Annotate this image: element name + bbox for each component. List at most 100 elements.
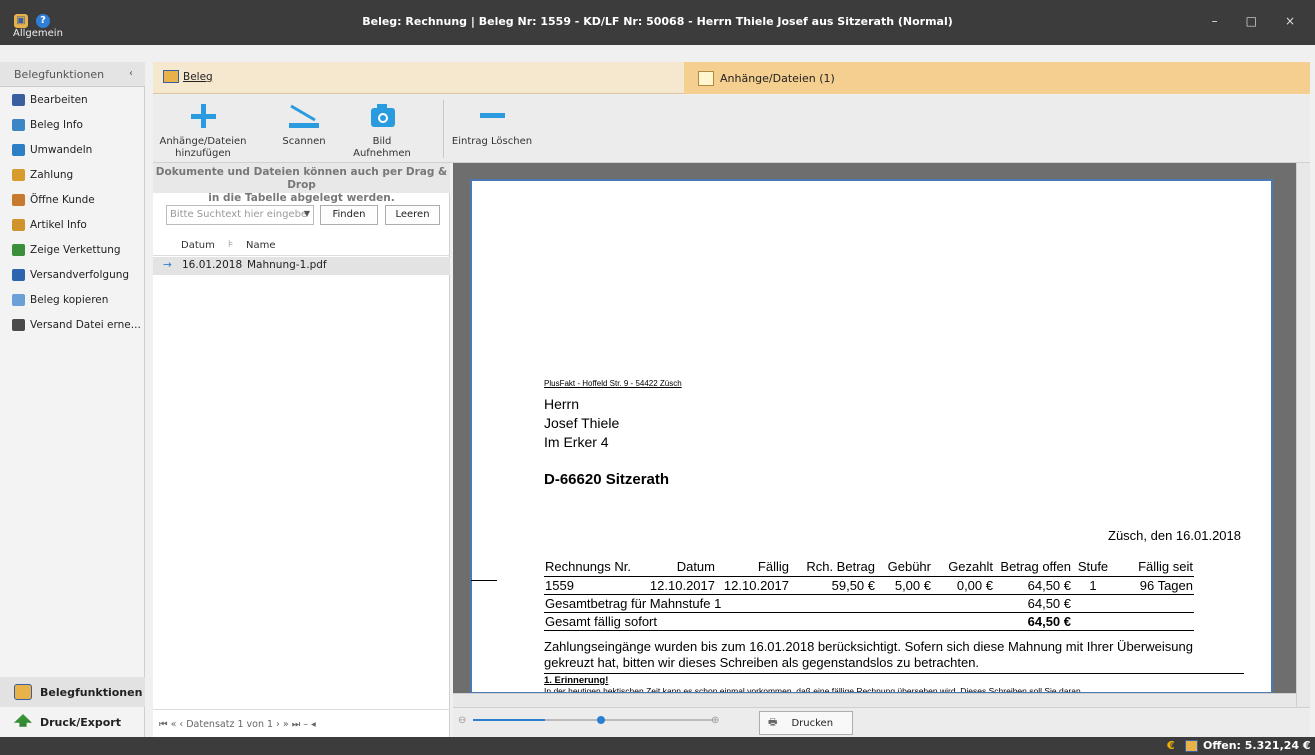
take-photo-button[interactable]: Bild Aufnehmen bbox=[343, 95, 421, 163]
offen-icon bbox=[1185, 740, 1198, 752]
sidebar-item-label: Öffne Kunde bbox=[30, 194, 95, 206]
table-cell: 96 Tagen bbox=[1139, 577, 1193, 593]
camera-icon bbox=[371, 104, 395, 127]
offen-amount: Offen: 5.321,24 € bbox=[1203, 739, 1311, 752]
scanner-icon bbox=[289, 104, 319, 128]
sidebar-item-label: Beleg Info bbox=[30, 119, 83, 131]
sidebar-item-artikel-info[interactable]: Artikel Info bbox=[12, 215, 142, 235]
payment-icon bbox=[12, 169, 25, 181]
table-header-cell: Rch. Betrag bbox=[806, 559, 875, 575]
belegfunktionen-icon bbox=[14, 684, 32, 700]
printer-icon: 🖶 bbox=[768, 716, 778, 728]
record-navigator[interactable]: ⏮ « ‹ Datensatz 1 von 1 › » ⏭ – ◂ bbox=[153, 709, 450, 737]
nav-druck-export[interactable]: Druck/Export bbox=[0, 707, 145, 737]
add-attachment-button[interactable]: Anhänge/Dateien hinzufügen bbox=[157, 95, 249, 163]
address-salutation: Herrn bbox=[544, 396, 580, 412]
zoom-slider-handle[interactable] bbox=[597, 716, 605, 724]
sidebar-item-label: Zahlung bbox=[30, 169, 74, 181]
address-name: Josef Thiele bbox=[544, 415, 620, 431]
collapse-sidebar-button[interactable]: ‹ bbox=[129, 68, 133, 79]
info-icon bbox=[12, 119, 25, 131]
table-row[interactable]: → 16.01.2018 Mahnung-1.pdf bbox=[153, 257, 450, 275]
table-cell: 5,00 € bbox=[894, 577, 931, 593]
convert-icon bbox=[12, 144, 25, 156]
sidebar-item-label: Versandverfolgung bbox=[30, 269, 130, 281]
sidebar-header: Belegfunktionen ‹ bbox=[0, 62, 145, 87]
maximize-button[interactable]: □ bbox=[1246, 14, 1257, 28]
table-header-cell: Gebühr bbox=[887, 559, 931, 575]
sidebar-item-versand-datei-erne[interactable]: Versand Datei erne... bbox=[12, 315, 142, 335]
scan-button[interactable]: Scannen bbox=[271, 95, 337, 163]
beleg-icon bbox=[163, 70, 179, 83]
customer-icon bbox=[12, 194, 25, 206]
plus-icon bbox=[191, 104, 216, 128]
note-line-2: gekreuzt hat, bitten wir dieses Schreibe… bbox=[544, 655, 980, 670]
sidebar-item-label: Beleg kopieren bbox=[30, 294, 109, 306]
minus-icon bbox=[480, 113, 505, 118]
tab-anhaenge[interactable]: Anhänge/Dateien (1) bbox=[684, 62, 1310, 94]
title-bar: ▣ ? Beleg: Rechnung | Beleg Nr: 1559 - K… bbox=[0, 0, 1315, 45]
menu-allgemein[interactable]: Allgemein bbox=[13, 28, 63, 39]
column-datum[interactable]: Datum bbox=[181, 240, 215, 251]
sidebar-item-label: Umwandeln bbox=[30, 144, 93, 156]
search-input[interactable]: Bitte Suchtext hier eingebe ▼ bbox=[166, 205, 314, 225]
sidebar bbox=[0, 62, 145, 737]
table-cell: 0,00 € bbox=[956, 577, 993, 593]
delete-entry-button[interactable]: Eintrag Löschen bbox=[451, 95, 533, 163]
copy-icon bbox=[12, 294, 25, 306]
attachment-icon bbox=[698, 70, 714, 86]
table-header-cell: Gezahlt bbox=[948, 559, 993, 575]
sidebar-item-beleg-info[interactable]: Beleg Info bbox=[12, 115, 142, 135]
sidebar-item-bearbeiten[interactable]: Bearbeiten bbox=[12, 90, 142, 110]
drag-drop-hint-line-1: Dokumente und Dateien können auch per Dr… bbox=[155, 166, 448, 191]
reminder-title: 1. Erinnerung! bbox=[544, 675, 609, 686]
horizontal-scrollbar[interactable] bbox=[453, 693, 1296, 707]
scan-label: Scannen bbox=[282, 136, 326, 147]
minimize-button[interactable]: – bbox=[1212, 14, 1218, 28]
sender-line: PlusFakt - Hoffeld Str. 9 - 54422 Züsch bbox=[544, 379, 682, 388]
nav-belegfunktionen[interactable]: Belegfunktionen bbox=[0, 677, 145, 707]
document-preview: PlusFakt - Hoffeld Str. 9 - 54422 Züsch … bbox=[453, 163, 1310, 707]
clear-button[interactable]: Leeren bbox=[385, 205, 440, 225]
truck-icon bbox=[12, 269, 25, 281]
sidebar-item-umwandeln[interactable]: Umwandeln bbox=[12, 140, 142, 160]
tab-bar: Beleg Anhänge/Dateien (1) bbox=[153, 62, 1310, 94]
drag-drop-hint: Dokumente und Dateien können auch per Dr… bbox=[153, 163, 450, 204]
tab-anhaenge-label: Anhänge/Dateien (1) bbox=[720, 71, 835, 85]
document-page: PlusFakt - Hoffeld Str. 9 - 54422 Züsch … bbox=[470, 179, 1273, 694]
sidebar-item-versandverfolgung[interactable]: Versandverfolgung bbox=[12, 265, 142, 285]
address-street: Im Erker 4 bbox=[544, 434, 609, 450]
table-header-cell: Betrag offen bbox=[1000, 559, 1071, 575]
sidebar-item-beleg-kopieren[interactable]: Beleg kopieren bbox=[12, 290, 142, 310]
sidebar-item-zahlung[interactable]: Zahlung bbox=[12, 165, 142, 185]
tab-beleg[interactable]: Beleg bbox=[163, 70, 213, 83]
total-value: 64,50 € bbox=[1027, 613, 1071, 629]
close-button[interactable]: × bbox=[1285, 14, 1295, 28]
window-title: Beleg: Rechnung | Beleg Nr: 1559 - KD/LF… bbox=[362, 15, 953, 28]
sidebar-item-öffne-kunde[interactable]: Öffne Kunde bbox=[12, 190, 142, 210]
zoom-in-icon[interactable]: ⊕ bbox=[711, 715, 719, 726]
add-attachment-label-1: Anhänge/Dateien bbox=[159, 136, 247, 147]
table-cell: 59,50 € bbox=[831, 577, 875, 593]
chain-icon bbox=[12, 244, 25, 256]
reminder-table: Rechnungs Nr. Datum Fällig Rch. Betrag Gebüh… bbox=[544, 558, 1194, 631]
fold-mark bbox=[471, 580, 497, 581]
vertical-scrollbar[interactable] bbox=[1296, 163, 1310, 707]
sidebar-item-zeige-verkettung[interactable]: Zeige Verkettung bbox=[12, 240, 142, 260]
print-label: Drucken bbox=[791, 717, 834, 729]
zoom-slider[interactable] bbox=[473, 716, 713, 724]
drag-drop-hint-line-2: in die Tabelle abgelegt werden. bbox=[208, 192, 395, 204]
column-name[interactable]: Name bbox=[246, 240, 276, 251]
article-icon bbox=[12, 219, 25, 231]
zoom-out-icon[interactable]: ⊖ bbox=[458, 715, 466, 726]
row-indicator-icon: → bbox=[163, 259, 172, 271]
print-button[interactable]: 🖶 Drucken bbox=[759, 711, 853, 735]
euro-icon: € bbox=[1167, 739, 1175, 752]
subtotal-label: Gesamtbetrag für Mahnstufe 1 bbox=[545, 595, 722, 611]
chevron-down-icon[interactable]: ▼ bbox=[304, 209, 310, 218]
find-button[interactable]: Finden bbox=[320, 205, 378, 225]
filter-icon[interactable]: ⊧ bbox=[228, 239, 233, 250]
file-panel: Dokumente und Dateien können auch per Dr… bbox=[153, 163, 450, 737]
zoom-slider-fill bbox=[473, 719, 545, 721]
sidebar-item-label: Versand Datei erne... bbox=[30, 319, 141, 331]
